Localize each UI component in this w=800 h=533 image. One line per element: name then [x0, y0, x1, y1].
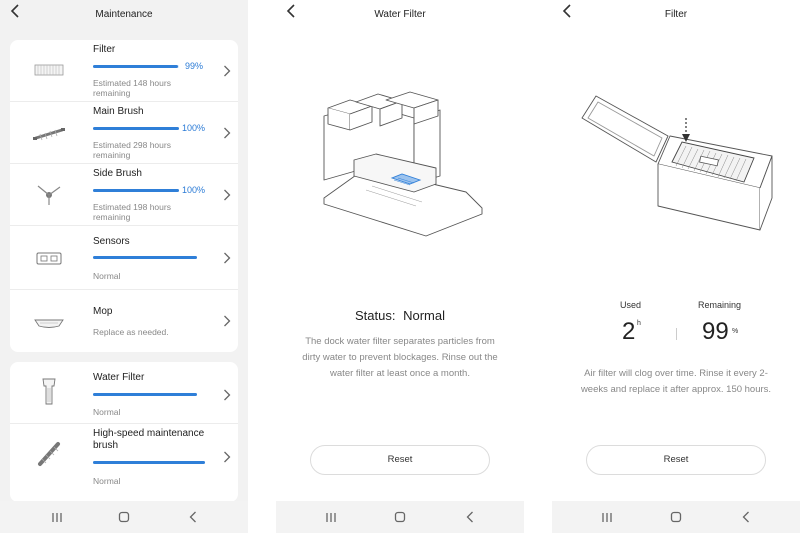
chevron-right-icon — [224, 127, 231, 139]
nav-back-icon — [742, 511, 749, 523]
chevron-right-icon — [224, 451, 231, 463]
robot-parts-card: Filter 99% Estimated 148 hours remaining… — [10, 40, 238, 352]
system-navigation-bar — [276, 501, 524, 533]
water-filter-screen: Water Filter Status: Normal The dock wat… — [276, 0, 524, 533]
item-name: Sensors — [93, 236, 130, 247]
progress-bar — [93, 65, 179, 68]
item-name: High-speed maintenance brush — [93, 428, 205, 451]
remaining-value: 99 — [702, 318, 729, 345]
progress-fill — [93, 461, 205, 464]
list-item-main-brush[interactable]: Main Brush 100% Estimated 298 hours rema… — [10, 102, 238, 164]
maintenance-brush-thumbnail-icon — [38, 442, 60, 466]
stats-divider — [676, 328, 677, 340]
filter-description: Air filter will clog over time. Rinse it… — [580, 368, 772, 395]
page-title: Filter — [664, 9, 688, 20]
progress-bar — [93, 189, 179, 192]
status-label: Status: — [355, 308, 396, 323]
item-name: Filter — [93, 44, 116, 55]
nav-back-button[interactable] — [459, 509, 481, 525]
item-subtitle: Estimated 148 hours remaining — [93, 78, 171, 98]
progress-fill — [93, 65, 179, 68]
dustbin-filter-illustration — [581, 95, 773, 231]
home-button[interactable] — [665, 509, 687, 525]
nav-back-button[interactable] — [182, 509, 204, 525]
item-subtitle: Normal — [93, 476, 121, 486]
remaining-unit: % — [732, 328, 739, 335]
maintenance-screen: Maintenance Filter 99% Estimated 148 hou… — [0, 0, 248, 533]
main-brush-thumbnail-icon — [33, 128, 65, 141]
item-percent: 100% — [182, 185, 206, 195]
home-button[interactable] — [389, 509, 411, 525]
recent-apps-button[interactable] — [596, 509, 618, 525]
used-label: Used — [620, 300, 642, 310]
list-item-filter[interactable]: Filter 99% Estimated 148 hours remaining — [10, 40, 238, 102]
list-item-mop[interactable]: Mop Replace as needed. — [10, 290, 238, 352]
status-value: Normal — [403, 308, 445, 323]
item-subtitle: Replace as needed. — [93, 327, 169, 337]
sensors-thumbnail-icon — [36, 252, 62, 265]
progress-bar — [93, 127, 179, 130]
item-subtitle: Estimated 198 hours remaining — [93, 202, 171, 222]
chevron-right-icon — [224, 252, 231, 264]
remaining-label: Remaining — [698, 300, 742, 310]
recent-apps-icon — [326, 512, 336, 522]
item-subtitle: Estimated 298 hours remaining — [93, 140, 171, 160]
item-percent: 99% — [185, 61, 204, 71]
water-filter-description: The dock water filter separates particle… — [302, 336, 498, 379]
item-subtitle: Normal — [93, 407, 121, 417]
page-title: Water Filter — [374, 9, 426, 20]
water-filter-header: Water Filter — [276, 0, 524, 30]
list-item-sensors[interactable]: Sensors Normal — [10, 226, 238, 290]
progress-bar — [93, 393, 197, 396]
dock-station-illustration — [323, 91, 483, 237]
chevron-right-icon — [224, 189, 231, 201]
chevron-right-icon — [224, 315, 231, 327]
item-subtitle: Normal — [93, 271, 121, 281]
system-navigation-bar — [552, 501, 800, 533]
system-navigation-bar — [0, 501, 248, 533]
progress-fill — [93, 127, 179, 130]
recent-apps-button[interactable] — [46, 509, 68, 525]
filter-thumbnail-icon — [34, 64, 64, 76]
progress-bar — [93, 461, 205, 464]
item-name: Side Brush — [93, 168, 142, 179]
reset-button[interactable]: Reset — [586, 445, 766, 475]
item-name: Main Brush — [93, 106, 144, 117]
home-button[interactable] — [113, 509, 135, 525]
nav-back-icon — [466, 511, 473, 523]
progress-bar — [93, 256, 197, 259]
filter-screen: Filter Used 2 h Remaining 99 % Air filte… — [552, 0, 800, 533]
home-icon — [670, 511, 682, 523]
progress-fill — [93, 189, 179, 192]
home-icon — [394, 511, 406, 523]
item-percent: 100% — [182, 123, 206, 133]
progress-fill — [93, 393, 197, 396]
recent-apps-button[interactable] — [320, 509, 342, 525]
list-item-water-filter[interactable]: Water Filter Normal — [10, 362, 238, 424]
recent-apps-icon — [52, 512, 62, 522]
filter-header: Filter — [552, 0, 800, 30]
item-name: Mop — [93, 306, 113, 317]
chevron-right-icon — [224, 389, 231, 401]
home-icon — [118, 511, 130, 523]
nav-back-icon — [189, 511, 196, 523]
water-filter-thumbnail-icon — [42, 378, 56, 405]
side-brush-thumbnail-icon — [37, 185, 61, 205]
used-unit: h — [637, 320, 641, 327]
reset-button[interactable]: Reset — [310, 445, 490, 475]
nav-back-button[interactable] — [735, 509, 757, 525]
maintenance-header: Maintenance — [0, 0, 248, 30]
page-title: Maintenance — [95, 9, 153, 20]
mop-thumbnail-icon — [34, 319, 64, 328]
progress-fill — [93, 256, 197, 259]
list-item-side-brush[interactable]: Side Brush 100% Estimated 198 hours rema… — [10, 164, 238, 226]
recent-apps-icon — [602, 512, 612, 522]
dock-parts-card: Water Filter Normal High-speed maintenan… — [10, 362, 238, 502]
chevron-right-icon — [224, 65, 231, 77]
status-line: Status: Normal — [276, 308, 524, 323]
used-value: 2 — [622, 318, 636, 345]
item-name: Water Filter — [93, 372, 145, 383]
list-item-maintenance-brush[interactable]: High-speed maintenance brush Normal — [10, 424, 238, 502]
